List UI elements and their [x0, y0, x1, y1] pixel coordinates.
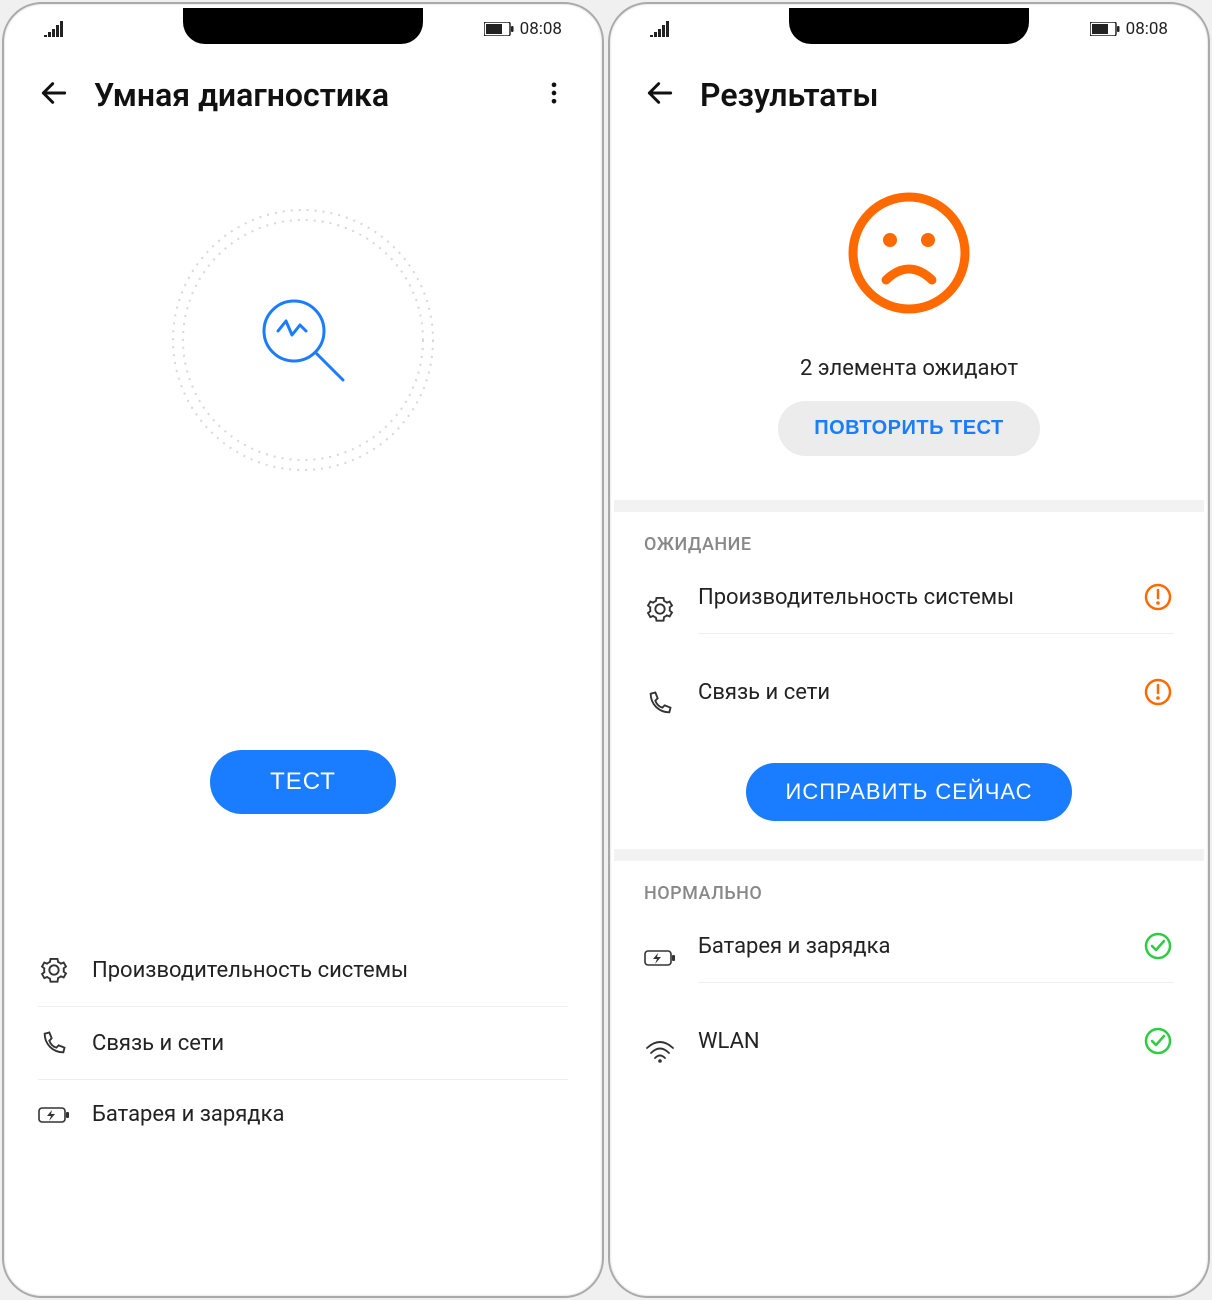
back-arrow-icon — [38, 77, 70, 109]
more-menu-button[interactable] — [540, 79, 568, 111]
row-wlan[interactable]: WLAN — [614, 1005, 1204, 1099]
divider — [614, 500, 1204, 512]
row-label: WLAN — [698, 1029, 1120, 1054]
tick-ring-icon — [153, 190, 453, 490]
results-hero: 2 элемента ожидают ПОВТОРИТЬ ТЕСТ — [614, 132, 1204, 500]
signal-icon — [44, 21, 66, 37]
summary-text: 2 элемента ожидают — [800, 356, 1018, 381]
pending-list: Производительность системы Связь и сети — [614, 561, 1204, 751]
row-label: Производительность системы — [698, 585, 1120, 610]
row-label: Связь и сети — [698, 680, 1120, 705]
section-title-pending: ОЖИДАНИЕ — [614, 512, 1204, 561]
row-battery[interactable]: Батарея и зарядка — [614, 910, 1204, 1005]
back-button[interactable] — [38, 77, 70, 113]
app-header: Результаты — [614, 50, 1204, 132]
check-circle-icon — [1142, 932, 1174, 960]
section-title-normal: НОРМАЛЬНО — [614, 861, 1204, 910]
check-circle-icon — [1142, 1027, 1174, 1055]
battery-icon — [484, 22, 514, 36]
phone-icon — [644, 689, 676, 717]
notch — [183, 8, 423, 44]
status-bar: 08:08 — [614, 8, 1204, 50]
list-item-label: Батарея и зарядка — [92, 1102, 284, 1127]
normal-list: Батарея и зарядка WLAN — [614, 910, 1204, 1100]
more-vertical-icon — [540, 79, 568, 107]
clock-text: 08:08 — [1126, 19, 1168, 39]
page-title: Результаты — [700, 76, 1174, 114]
signal-icon — [650, 21, 672, 37]
gear-icon — [38, 956, 70, 984]
wifi-icon — [644, 1040, 676, 1064]
phone-frame-left: 08:08 Умная диагностика — [2, 2, 604, 1298]
notch — [789, 8, 1029, 44]
status-bar: 08:08 — [8, 8, 598, 50]
sad-face-icon — [844, 188, 974, 318]
test-button[interactable]: ТЕСТ — [210, 750, 396, 814]
gear-icon — [644, 595, 676, 623]
row-connectivity[interactable]: Связь и сети — [614, 656, 1204, 750]
page-title: Умная диагностика — [94, 76, 516, 114]
list-item-connectivity[interactable]: Связь и сети — [38, 1007, 568, 1080]
category-list: Производительность системы Связь и сети … — [8, 934, 598, 1149]
list-item-label: Связь и сети — [92, 1031, 224, 1056]
fix-now-button[interactable]: ИСПРАВИТЬ СЕЙЧАС — [746, 763, 1073, 821]
back-button[interactable] — [644, 77, 676, 113]
row-label: Батарея и зарядка — [698, 934, 1120, 959]
battery-charging-icon — [38, 1105, 70, 1125]
app-header: Умная диагностика — [8, 50, 598, 132]
phone-icon — [38, 1029, 70, 1057]
list-item-battery[interactable]: Батарея и зарядка — [38, 1080, 568, 1149]
list-item-label: Производительность системы — [92, 958, 408, 983]
back-arrow-icon — [644, 77, 676, 109]
retry-button[interactable]: ПОВТОРИТЬ ТЕСТ — [778, 401, 1039, 456]
battery-charging-icon — [644, 948, 676, 968]
phone-frame-right: 08:08 Результаты 2 элемента ожидают ПОВТ… — [608, 2, 1210, 1298]
row-performance[interactable]: Производительность системы — [614, 561, 1204, 656]
clock-text: 08:08 — [520, 19, 562, 39]
battery-icon — [1090, 22, 1120, 36]
divider — [614, 849, 1204, 861]
list-item-performance[interactable]: Производительность системы — [38, 934, 568, 1007]
diagnostic-hero — [8, 132, 598, 530]
warning-icon — [1142, 678, 1174, 706]
warning-icon — [1142, 583, 1174, 611]
